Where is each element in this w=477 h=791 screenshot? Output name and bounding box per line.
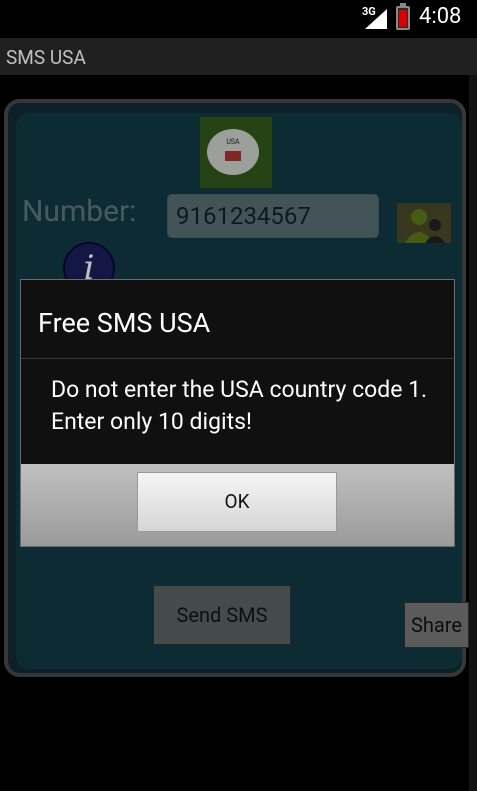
battery-level-fill bbox=[399, 10, 407, 27]
battery-low-icon bbox=[396, 3, 410, 30]
signal-strength-icon bbox=[365, 9, 387, 29]
dialog-message: Do not enter the USA country code 1. Ent… bbox=[51, 376, 428, 435]
dialog-divider bbox=[21, 358, 454, 359]
status-clock: 4:08 bbox=[419, 4, 462, 29]
dialog-title: Free SMS USA bbox=[38, 307, 211, 339]
alert-dialog: Free SMS USA Do not enter the USA countr… bbox=[20, 279, 455, 547]
status-bar: 3G 4:08 bbox=[0, 0, 477, 38]
dialog-button-bar: OK bbox=[21, 464, 454, 546]
ok-button[interactable]: OK bbox=[137, 472, 337, 532]
